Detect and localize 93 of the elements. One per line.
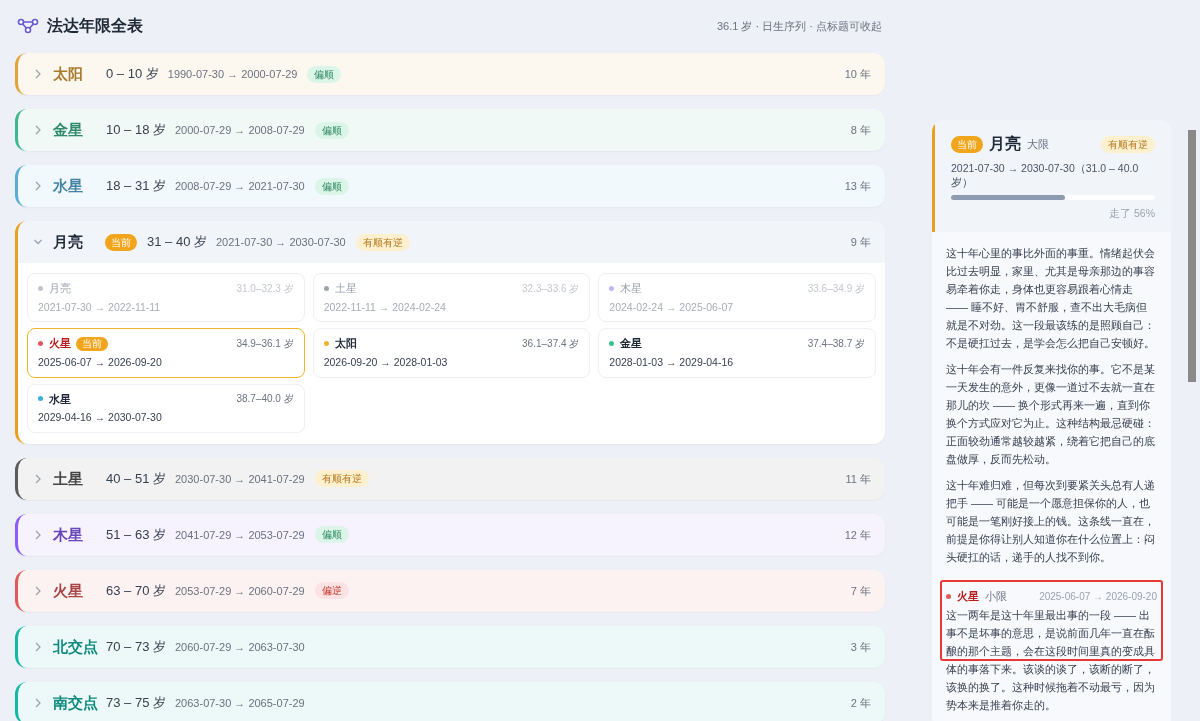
- page-note: 36.1 岁 · 日生序列 · 点标题可收起: [716, 18, 883, 34]
- date-range: 2053-07-29 → 2060-07-29: [175, 583, 305, 599]
- paragraph: 这十年难归难，但每次到要紧关头总有人递把手 —— 可能是一个愿意担保你的人，也可能是一笔刚好接上的钱。这条线一直在，前提是你得让别人知道你在什么位置上：闷头硬扛的话，递手的人找不到你。: [946, 477, 1156, 565]
- current-badge: 当前: [951, 135, 983, 153]
- duration: 3 年: [850, 639, 871, 655]
- planet-name: 金星: [620, 336, 643, 352]
- duration: 7 年: [850, 583, 871, 599]
- date-range: 2060-07-29 → 2063-07-30: [175, 639, 305, 655]
- subperiod-card[interactable]: 太阳 36.1–37.4 岁 2026-09-20 → 2028-01-03: [312, 328, 591, 378]
- planet-name: 金星: [53, 119, 84, 140]
- duration: 10 年: [844, 66, 871, 82]
- age-range: 63 – 70 岁: [106, 582, 166, 600]
- planet-name: 土星: [334, 281, 357, 296]
- page-title: 法达年限全表: [47, 16, 143, 36]
- duration: 9 年: [850, 234, 871, 250]
- planet-name: 火星: [49, 336, 71, 352]
- age-range: 38.7–40.0 岁: [236, 392, 294, 407]
- subperiod-card[interactable]: 金星 37.4–38.7 岁 2028-01-03 → 2029-04-16: [598, 328, 876, 378]
- paragraph: 这十年会有一件反复来找你的事。它不是某一天发生的意外，更像一道过不去就一直在那儿的坎 —— 换个形式再来一遍，直到你换个方式应对它为止。这种结构最忌硬碰：正面较劲通常越较越紧，绕着它把自己的底盘做厚，反而先松动。: [946, 361, 1156, 467]
- chevron-right-icon[interactable]: [34, 181, 42, 191]
- chevron-right-icon[interactable]: [34, 641, 42, 652]
- chevron-right-icon[interactable]: [34, 125, 42, 135]
- planet-name: 土星: [53, 468, 84, 489]
- subperiod-card[interactable]: 火星 当前 34.9–36.1 岁 2025-06-07 → 2026-09-20: [27, 328, 305, 378]
- paragraph: 这一两年是这十年里最出事的一段 —— 出事不是坏事的意思，是说前面几年一直在酝酿的那个主题，会在这段时间里真的变成具体的事落下来。该谈的谈了，该断的断了，该换的换了。这种时候拖着不动最亏，因为势本来是推着你走的。: [946, 608, 1156, 714]
- duration: 12 年: [844, 527, 871, 543]
- date-range: 2028-01-03 → 2029-04-16: [609, 354, 735, 370]
- date-range: 2025-06-07 → 2026-09-20: [1039, 589, 1157, 604]
- current-badge: 当前: [105, 233, 137, 251]
- planet-name: 太阳: [53, 63, 84, 84]
- age-range: 34.9–36.1 岁: [236, 337, 294, 351]
- duration: 8 年: [850, 122, 871, 138]
- planet-name: 木星: [53, 524, 84, 545]
- nodes-icon: [17, 18, 39, 34]
- verdict-tag: 有顺有逆: [1101, 135, 1155, 153]
- date-range: 2021-07-30 → 2022-11-11: [38, 299, 162, 315]
- age-range: 36.1–37.4 岁: [522, 337, 580, 351]
- progress-label: 走了 56%: [1108, 206, 1155, 221]
- planet-name: 月亮: [989, 134, 1021, 154]
- planet-name: 月亮: [53, 231, 84, 252]
- date-range: 2063-07-30 → 2065-07-29: [175, 695, 305, 711]
- age-range: 31 – 40 岁: [147, 233, 207, 252]
- verdict-tag: 偏逆: [314, 582, 349, 600]
- planet-name: 水星: [53, 175, 84, 196]
- chevron-right-icon[interactable]: [34, 697, 42, 708]
- age-range: 70 – 73 岁: [106, 638, 166, 656]
- scrollbar[interactable]: [1188, 130, 1196, 382]
- age-range: 37.4–38.7 岁: [807, 337, 865, 351]
- chevron-right-icon[interactable]: [34, 69, 42, 79]
- date-range: 2000-07-29 → 2008-07-29: [175, 122, 305, 138]
- planet-name: 南交点: [53, 692, 99, 713]
- planet-name: 木星: [620, 281, 643, 296]
- age-range: 73 – 75 岁: [106, 694, 166, 712]
- date-range: 1990-07-30 → 2000-07-29: [167, 66, 298, 82]
- period-level: 大限: [1027, 136, 1049, 152]
- planet-name: 北交点: [53, 636, 99, 657]
- planet-name: 火星: [53, 580, 84, 601]
- date-range: 2022-11-11 → 2024-02-24: [323, 299, 447, 315]
- date-range: 2029-04-16 → 2030-07-30: [38, 410, 163, 425]
- current-badge: 当前: [76, 336, 108, 351]
- verdict-tag: 有顺有逆: [314, 470, 369, 488]
- planet-name: 水星: [49, 391, 71, 407]
- chevron-right-icon[interactable]: [34, 473, 42, 484]
- duration: 11 年: [845, 471, 871, 487]
- duration: 13 年: [844, 178, 871, 194]
- age-range: 10 – 18 岁: [106, 121, 166, 140]
- chevron-right-icon[interactable]: [34, 585, 42, 596]
- date-range: 2021-07-30 → 2030-07-30: [216, 234, 346, 250]
- paragraph: 这十年心里的事比外面的事重。情绪起伏会比过去明显，家里、尤其是母亲那边的事容易牵着你走，身体也更容易跟着心情走 —— 睡不好、胃不舒服，查不出大毛病但就是不对劲。这一段最该练的是照顾自己：不是硬扛过去，是学会怎么把自己安顿好。: [946, 245, 1156, 351]
- planet-name: 月亮: [49, 281, 71, 296]
- age-range: 0 – 10 岁: [106, 65, 159, 84]
- chevron-down-icon[interactable]: [34, 237, 42, 247]
- subperiod-card[interactable]: 水星 38.7–40.0 岁 2029-04-16 → 2030-07-30: [27, 383, 305, 433]
- verdict-tag: 偏顺: [314, 121, 349, 139]
- age-range: 51 – 63 岁: [106, 526, 166, 544]
- planet-name: 太阳: [334, 336, 357, 352]
- verdict-tag: 偏顺: [314, 526, 349, 544]
- verdict-tag: 偏顺: [307, 65, 342, 83]
- verdict-tag: 有顺有逆: [355, 233, 410, 251]
- date-range: 2024-02-24 → 2025-06-07: [609, 299, 735, 315]
- chevron-right-icon[interactable]: [34, 529, 42, 540]
- verdict-tag: 偏顺: [314, 177, 349, 195]
- date-range: 2041-07-29 → 2053-07-29: [175, 527, 305, 543]
- duration: 2 年: [850, 695, 871, 711]
- period-level: 小限: [985, 588, 1007, 604]
- age-range: 18 – 31 岁: [106, 177, 166, 196]
- date-range: 2030-07-30 → 2041-07-29: [175, 471, 305, 487]
- date-range: 2025-06-07 → 2026-09-20: [38, 354, 163, 370]
- date-range: 2021-07-30 → 2030-07-30（31.0 – 40.0 岁）: [951, 161, 1140, 189]
- planet-name: 火星: [957, 588, 979, 604]
- age-range: 40 – 51 岁: [106, 470, 166, 488]
- date-range: 2008-07-29 → 2021-07-30: [175, 178, 305, 194]
- date-range: 2026-09-20 → 2028-01-03: [323, 354, 449, 370]
